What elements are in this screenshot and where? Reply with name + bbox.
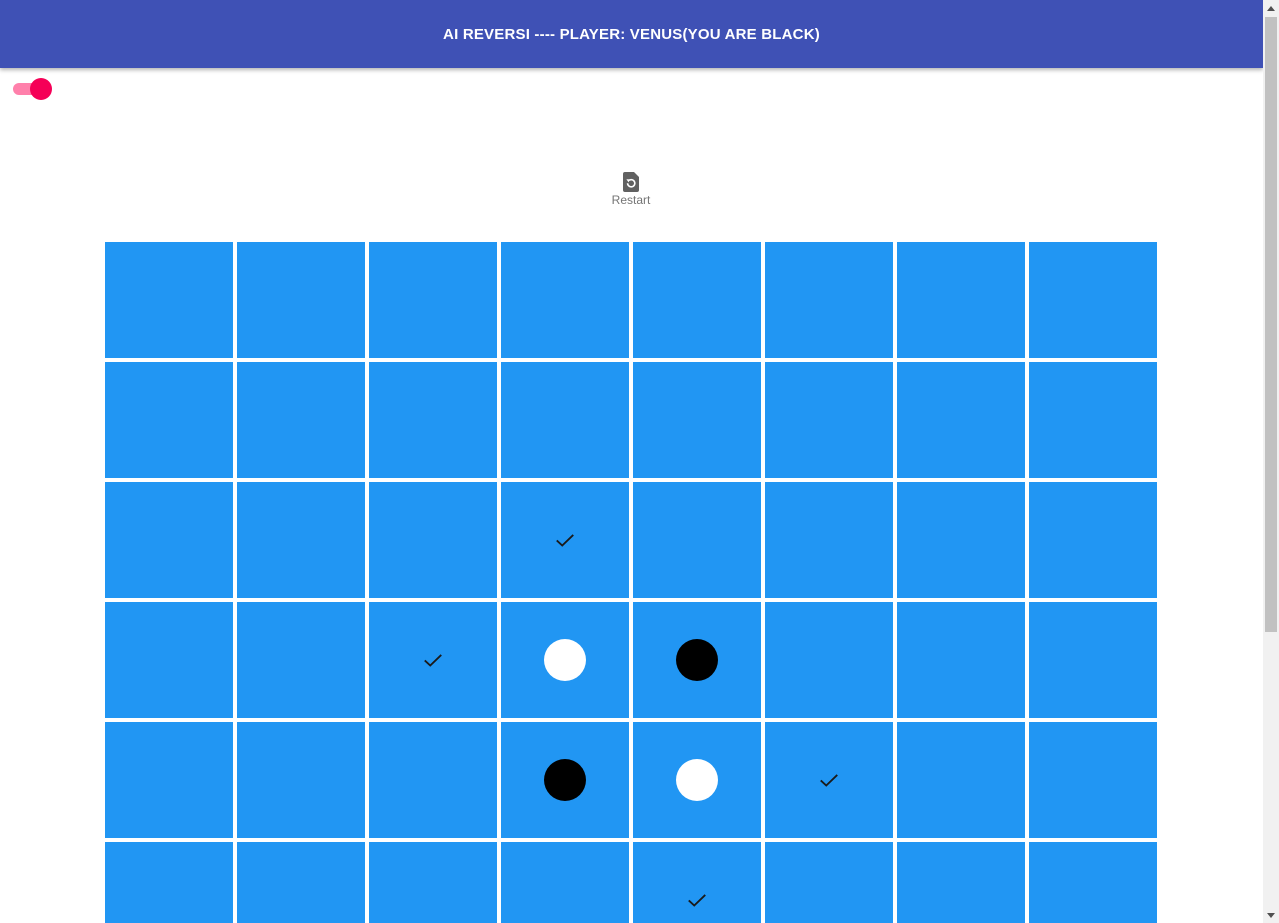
app-bar: AI REVERSI ---- PLAYER: VENUS(YOU ARE BL… — [0, 0, 1263, 68]
board-cell[interactable] — [105, 722, 233, 838]
board-cell[interactable] — [105, 242, 233, 358]
board-cell[interactable] — [369, 722, 497, 838]
board-cell[interactable] — [1029, 602, 1157, 718]
board-cell[interactable] — [369, 482, 497, 598]
board-cell[interactable] — [765, 362, 893, 478]
board-cell[interactable] — [765, 482, 893, 598]
board-cell[interactable] — [501, 242, 629, 358]
board-cell[interactable] — [1029, 242, 1157, 358]
board-cell[interactable] — [501, 842, 629, 923]
reversi-app: AI REVERSI ---- PLAYER: VENUS(YOU ARE BL… — [0, 0, 1263, 923]
mode-toggle[interactable] — [12, 78, 52, 100]
board-cell[interactable] — [1029, 842, 1157, 923]
board-cell[interactable] — [237, 242, 365, 358]
board-cell[interactable] — [633, 602, 761, 718]
scrollbar-thumb[interactable] — [1265, 17, 1277, 632]
restart-label: Restart — [611, 193, 651, 207]
board-cell[interactable] — [633, 362, 761, 478]
board-cell[interactable] — [237, 842, 365, 923]
board-cell[interactable] — [369, 842, 497, 923]
vertical-scrollbar[interactable] — [1263, 0, 1279, 923]
board-cell[interactable] — [633, 482, 761, 598]
board-cell[interactable] — [501, 602, 629, 718]
board-cell[interactable] — [633, 242, 761, 358]
board-cell[interactable] — [897, 482, 1025, 598]
board-cell[interactable] — [765, 602, 893, 718]
white-disc — [544, 639, 586, 681]
restart-button[interactable]: Restart — [601, 171, 661, 211]
game-board — [104, 241, 1159, 923]
board-cell[interactable] — [501, 362, 629, 478]
board-cell[interactable] — [105, 602, 233, 718]
board-cell[interactable] — [1029, 722, 1157, 838]
board-cell[interactable] — [1029, 362, 1157, 478]
board-cell[interactable] — [897, 362, 1025, 478]
board-cell[interactable] — [765, 242, 893, 358]
board-cell[interactable] — [633, 722, 761, 838]
toggle-thumb[interactable] — [30, 78, 52, 100]
scroll-up-arrow-icon[interactable] — [1263, 0, 1279, 16]
board-cell[interactable] — [897, 842, 1025, 923]
board-cell[interactable] — [765, 842, 893, 923]
board-cell[interactable] — [369, 602, 497, 718]
scroll-down-arrow-icon[interactable] — [1263, 907, 1279, 923]
board-cell[interactable] — [105, 482, 233, 598]
white-disc — [676, 759, 718, 801]
app-title: AI REVERSI ---- PLAYER: VENUS(YOU ARE BL… — [443, 25, 820, 43]
valid-move-check-icon — [556, 534, 574, 547]
board-cell[interactable] — [765, 722, 893, 838]
board-cell[interactable] — [897, 242, 1025, 358]
board-cell[interactable] — [105, 362, 233, 478]
restart-icon — [623, 172, 639, 192]
board-cell[interactable] — [369, 362, 497, 478]
board-cell[interactable] — [1029, 482, 1157, 598]
board-cell[interactable] — [501, 482, 629, 598]
board-cell[interactable] — [237, 482, 365, 598]
board-cell[interactable] — [897, 602, 1025, 718]
board-cell[interactable] — [237, 722, 365, 838]
board-cell[interactable] — [105, 842, 233, 923]
black-disc — [676, 639, 718, 681]
valid-move-check-icon — [820, 774, 838, 787]
board-cell[interactable] — [897, 722, 1025, 838]
board-cell[interactable] — [237, 362, 365, 478]
board-cell[interactable] — [501, 722, 629, 838]
board-cell[interactable] — [369, 242, 497, 358]
board-cell[interactable] — [633, 842, 761, 923]
black-disc — [544, 759, 586, 801]
board-cell[interactable] — [237, 602, 365, 718]
valid-move-check-icon — [688, 894, 706, 907]
valid-move-check-icon — [424, 654, 442, 667]
